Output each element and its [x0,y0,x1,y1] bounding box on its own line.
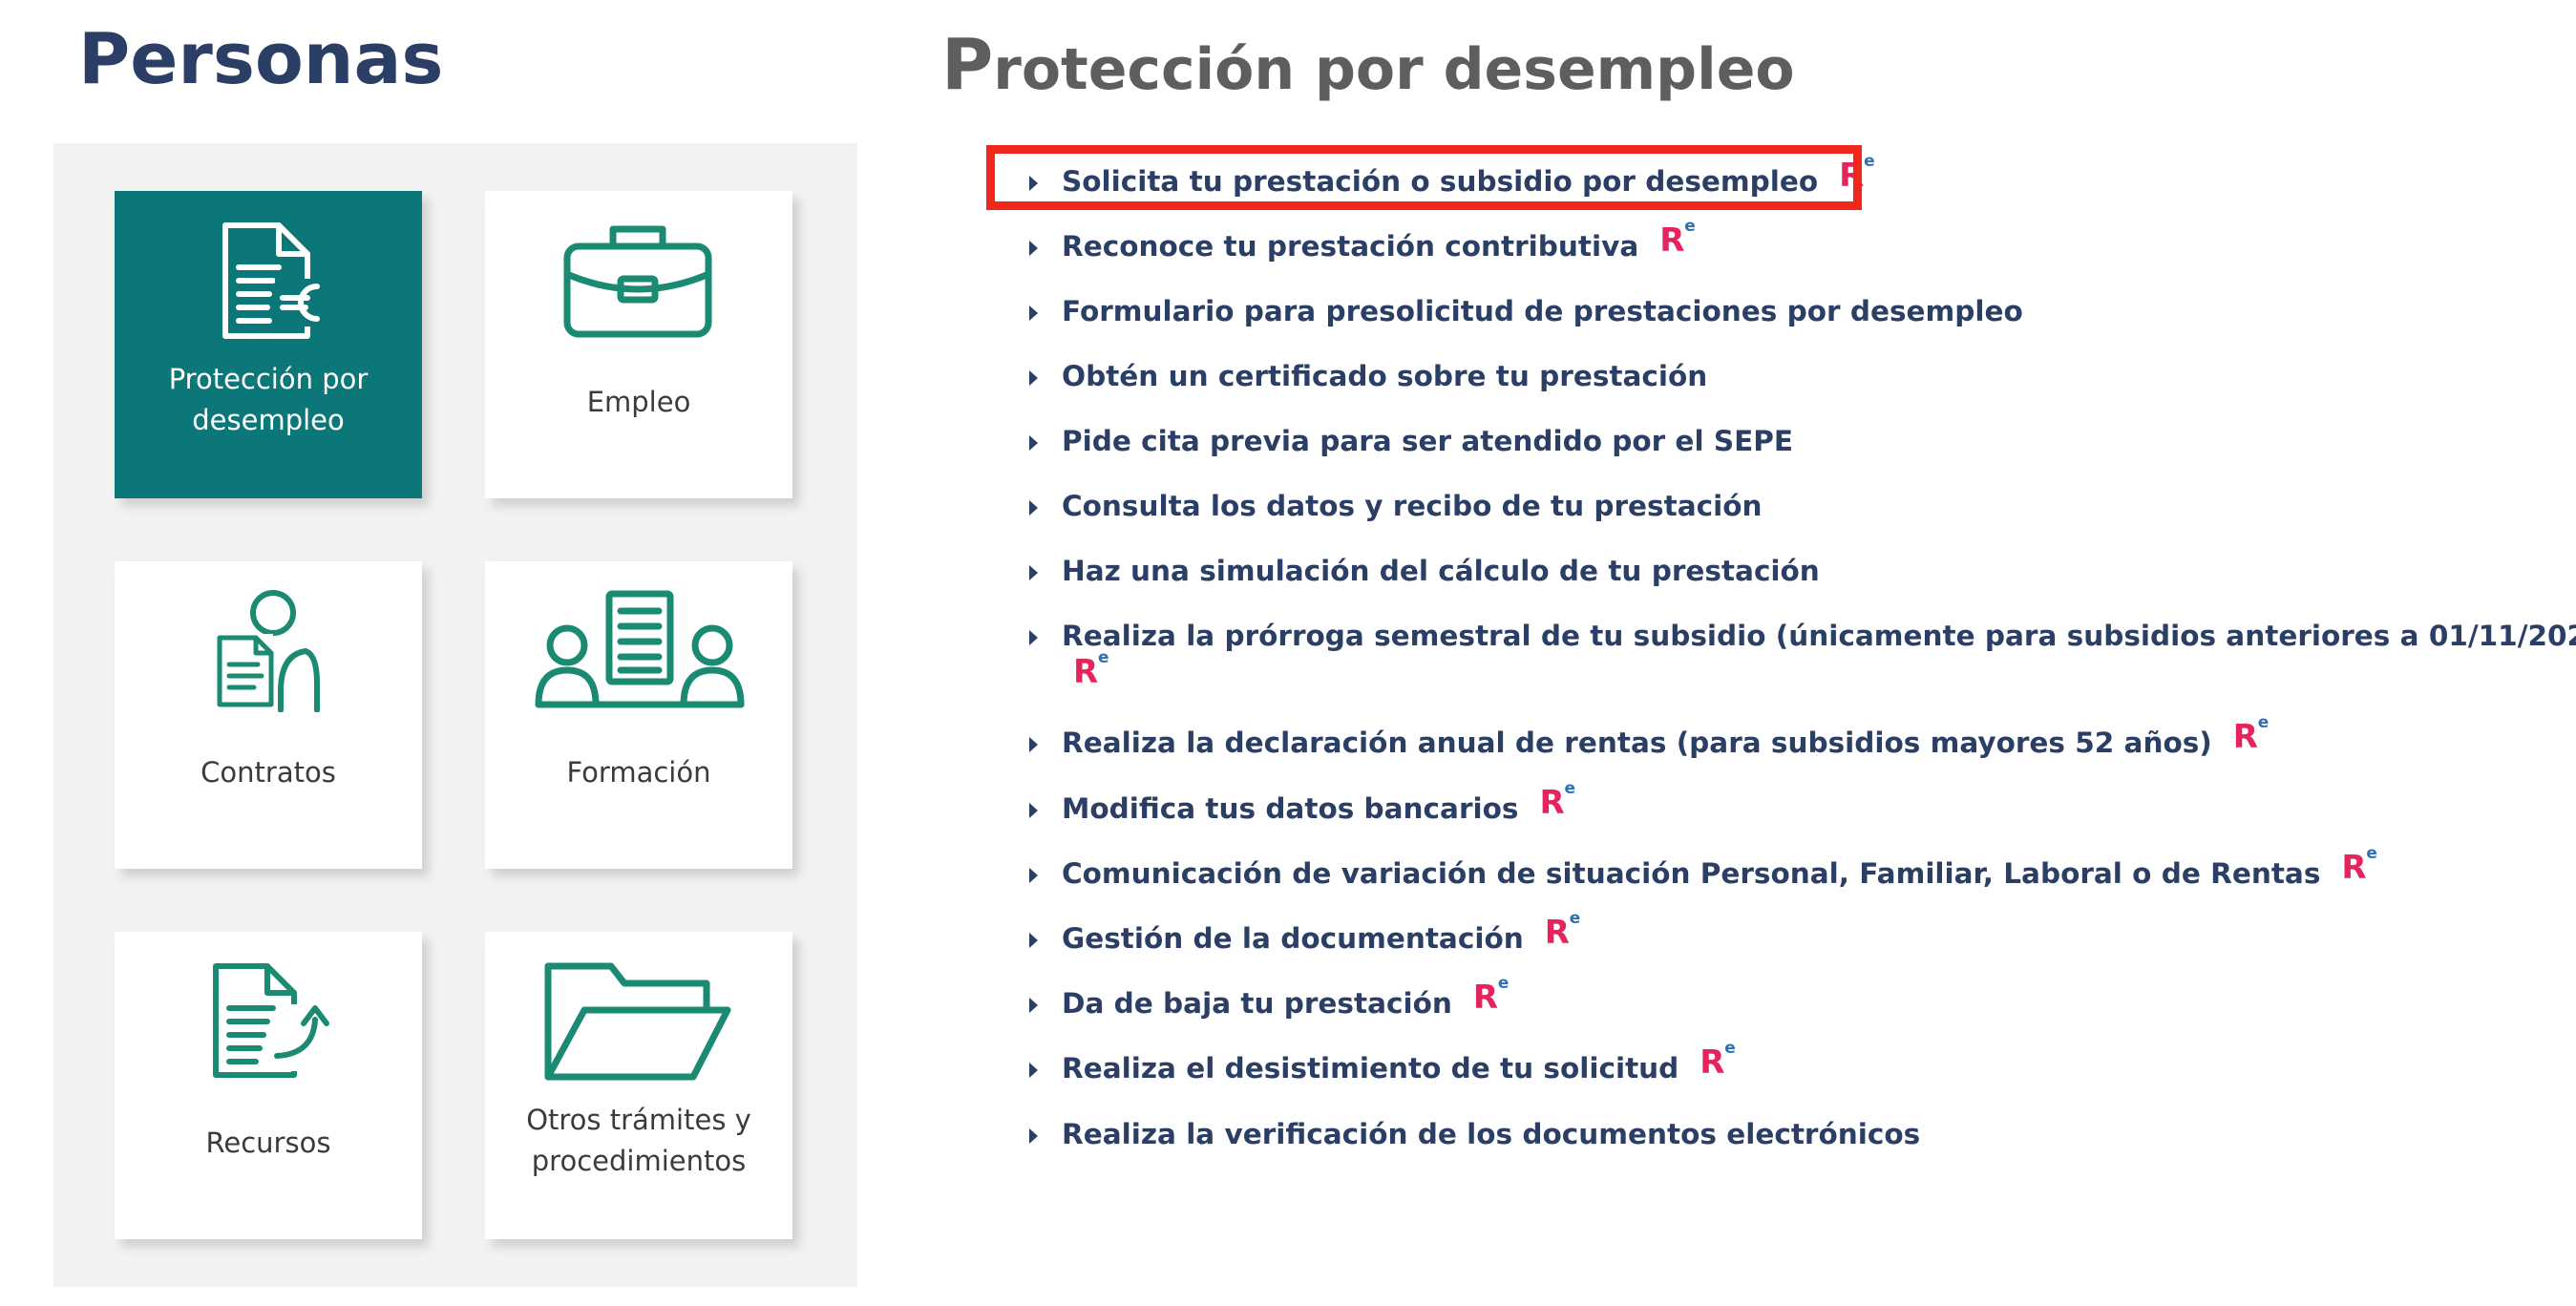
link-text[interactable]: Consulta los datos y recibo de tu presta… [1062,485,2519,527]
caret-right-icon [1029,630,1038,645]
registro-electronico-icon: Re [2341,844,2377,887]
tile-formacion[interactable]: Formación [485,561,792,869]
registro-electronico-icon: Re [1539,779,1575,822]
caret-right-icon [1029,737,1038,752]
registro-electronico-icon: Re [1073,648,1109,691]
link-text[interactable]: Pide cita previa para ser atendido por e… [1062,420,2519,462]
caret-right-icon [1029,176,1038,191]
caret-right-icon [1029,305,1038,321]
tile-label: Otros trámites y procedimientos [526,1104,751,1177]
link-text[interactable]: Solicita tu prestación o subsidio por de… [1062,152,2519,202]
briefcase-icon [563,225,712,338]
tile-contratos[interactable]: Contratos [115,561,422,869]
caret-right-icon [1029,1063,1038,1078]
tile-label: Contratos [201,756,336,789]
caret-right-icon [1029,435,1038,451]
link-text[interactable]: Da de baja tu prestación Re [1062,974,2519,1024]
caret-right-icon [1029,1128,1038,1144]
caret-right-icon [1029,565,1038,580]
caret-right-icon [1029,500,1038,516]
registro-electronico-icon: Re [1700,1039,1736,1082]
training-group-icon [535,590,745,708]
document-euro-icon [222,222,321,339]
open-folder-icon [544,962,731,1081]
link-text[interactable]: Realiza la prórroga semestral de tu subs… [1062,615,2576,657]
caret-right-icon [1029,933,1038,948]
category-tile-panel: Protección por desempleo Empleo Contrato… [53,143,857,1287]
service-link-list: Solicita tu prestación o subsidio por de… [1029,0,2576,1306]
link-text[interactable]: Realiza la declaración anual de rentas (… [1062,713,2519,764]
caret-right-icon [1029,370,1038,386]
link-text[interactable]: Gestión de la documentación Re [1062,909,2519,959]
registro-electronico-icon: Re [2232,713,2270,756]
link-prorroga-semestral[interactable]: Realiza la prórroga semestral de tu subs… [1029,615,2576,703]
tile-label: Recursos [205,1127,331,1159]
section-title-personas: Personas [78,18,444,100]
link-text[interactable]: Comunicación de variación de situación P… [1062,844,2519,895]
caret-right-icon [1029,803,1038,818]
tile-label: Formación [566,756,711,789]
tile-label: Empleo [586,386,691,418]
tile-recursos[interactable]: Recursos [115,932,422,1239]
link-text[interactable]: Haz una simulación del cálculo de tu pre… [1062,550,2519,592]
person-document-icon [217,590,320,712]
tile-label: Protección por desempleo [168,363,369,436]
registro-electronico-icon: Re [1472,974,1510,1017]
registro-electronico-icon: Re [1659,217,1696,260]
tile-proteccion-desempleo[interactable]: Protección por desempleo [115,191,422,498]
link-text[interactable]: Formulario para presolicitud de prestaci… [1062,290,2519,332]
document-return-icon [213,963,329,1078]
link-text[interactable]: Reconoce tu prestación contributiva Re [1062,217,2519,267]
title-initial: P [941,24,994,106]
registro-electronico-icon: Re [1544,909,1581,952]
caret-right-icon [1029,998,1038,1013]
link-text[interactable]: Modifica tus datos bancarios Re [1062,779,2519,830]
link-text[interactable]: Obtén un certificado sobre tu prestación [1062,355,2519,397]
caret-right-icon [1029,241,1038,256]
registro-electronico-icon: Re [1839,152,1875,195]
tile-empleo[interactable]: Empleo [485,191,792,498]
link-text[interactable]: Realiza la verificación de los documento… [1062,1113,2519,1155]
caret-right-icon [1029,868,1038,883]
link-text[interactable]: Realiza el desistimiento de tu solicitud… [1062,1039,2519,1089]
tile-otros-tramites[interactable]: Otros trámites y procedimientos [485,932,792,1239]
